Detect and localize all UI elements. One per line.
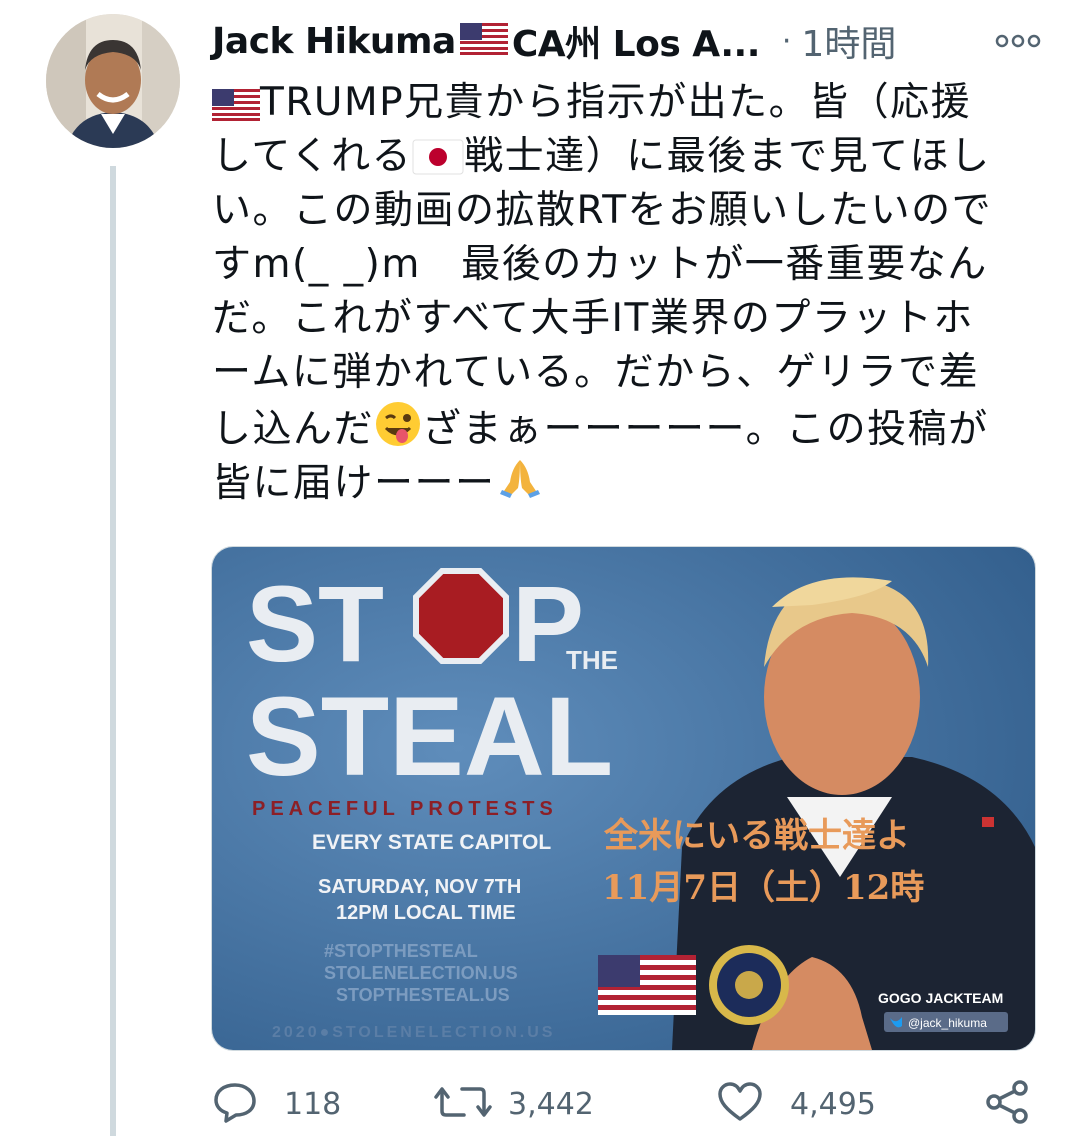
timestamp[interactable]: 1時間 bbox=[801, 15, 896, 67]
tweet-text-segment: 戦士達）に最後まで見てほし bbox=[464, 134, 991, 179]
retweet-icon bbox=[434, 1081, 492, 1127]
poster-url1-text: STOLENELECTION.US bbox=[324, 963, 518, 983]
tweet-header: Jack Hikuma CA州 Los A... · 1時間 bbox=[212, 14, 1042, 68]
like-button[interactable]: 4,495 bbox=[716, 1081, 984, 1127]
tweet-text-segment: し込んだ bbox=[212, 407, 375, 452]
tweet-text: TRUMP兄貴から指示が出た。皆（応援 してくれる 戦士達）に最後まで見てほし い… bbox=[212, 76, 1022, 508]
share-icon bbox=[984, 1079, 1030, 1129]
poster-steal-text: STEAL bbox=[246, 674, 613, 799]
like-count: 4,495 bbox=[790, 1086, 876, 1122]
tweet-line: だ。これがすべて大手IT業界のプラットホ bbox=[212, 292, 1022, 346]
author-location: CA州 Los A... bbox=[511, 24, 761, 65]
heart-icon bbox=[716, 1081, 764, 1127]
stop-sign-icon bbox=[413, 568, 509, 664]
us-flag-icon bbox=[459, 23, 508, 59]
poster-handle-text: @jack_hikuma bbox=[908, 1016, 987, 1030]
poster-time-text: 12PM LOCAL TIME bbox=[336, 902, 516, 924]
poster-stop-text: ST bbox=[246, 563, 384, 684]
avatar[interactable] bbox=[46, 14, 180, 148]
poster-the-text: THE bbox=[566, 645, 618, 675]
tweet-line: TRUMP兄貴から指示が出た。皆（応援 bbox=[212, 76, 1022, 130]
poster-every-state-text: EVERY STATE CAPITOL bbox=[312, 831, 551, 854]
poster-jp-line1: 全米にいる戦士達よ bbox=[603, 816, 910, 856]
more-horizontal-icon[interactable] bbox=[994, 26, 1042, 56]
reply-button[interactable]: 118 bbox=[212, 1081, 434, 1127]
tweet-text-segment: ームに弾かれている。だから、ゲリラで差 bbox=[212, 350, 980, 395]
tweet-line: い。この動画の拡散RTをお願いしたいので bbox=[212, 184, 1022, 238]
stop-the-steal-poster: ST P THE STEAL PEACEFUL PROTESTS EVERY S… bbox=[212, 547, 1035, 1050]
media-image[interactable]: ST P THE STEAL PEACEFUL PROTESTS EVERY S… bbox=[211, 546, 1036, 1051]
japan-flag-icon bbox=[412, 136, 464, 190]
reply-count: 118 bbox=[284, 1086, 342, 1122]
presidential-seal-icon bbox=[709, 945, 789, 1025]
tweet-line: すm(_ _)m 最後のカットが一番重要なん bbox=[212, 238, 1022, 292]
avatar-photo bbox=[46, 14, 180, 148]
poster-team-text: GOGO JACKTEAM bbox=[878, 990, 1003, 1006]
tweet-text-segment: TRUMP兄貴から指示が出た。皆（応援 bbox=[260, 80, 972, 125]
tweet-actions: 118 3,442 4,495 bbox=[212, 1074, 1042, 1134]
tweet-text-segment: い。この動画の拡散RTをお願いしたいので bbox=[212, 188, 993, 233]
poster-date-text: SATURDAY, NOV 7TH bbox=[318, 876, 521, 898]
retweet-count: 3,442 bbox=[508, 1086, 594, 1122]
tweet-line: ームに弾かれている。だから、ゲリラで差 bbox=[212, 346, 1022, 400]
poster-footer-url: 2020●STOLENELECTION.US bbox=[272, 1024, 555, 1041]
reply-icon bbox=[212, 1081, 258, 1127]
poster-jp-line2: 11月7日（土）12時 bbox=[602, 868, 924, 908]
folded-hands-icon bbox=[496, 454, 544, 517]
tweet-line: し込んだ ざまぁーーーーー。この投稿が bbox=[212, 400, 1022, 454]
tweet-text-segment: すm(_ _)m 最後のカットが一番重要なん bbox=[212, 242, 988, 287]
tweet-line: してくれる 戦士達）に最後まで見てほし bbox=[212, 130, 1022, 184]
tweet-line: 皆に届けーーー bbox=[212, 454, 1022, 508]
tweet-text-segment: 皆に届けーーー bbox=[212, 461, 496, 506]
share-button[interactable] bbox=[984, 1079, 1030, 1129]
tweet-text-segment: だ。これがすべて大手IT業界のプラットホ bbox=[212, 296, 974, 341]
poster-url2-text: STOPTHESTEAL.US bbox=[336, 985, 510, 1005]
thread-line bbox=[110, 166, 116, 1136]
author-name[interactable]: Jack Hikuma bbox=[212, 21, 456, 62]
poster-us-flag-icon bbox=[598, 955, 696, 1015]
tweet-text-segment: してくれる bbox=[212, 134, 413, 179]
tweet-text-segment: ざまぁーーーーー。この投稿が bbox=[422, 407, 989, 452]
retweet-button[interactable]: 3,442 bbox=[434, 1081, 716, 1127]
us-flag-icon bbox=[212, 82, 260, 136]
poster-hashtag-text: #STOPTHESTEAL bbox=[324, 941, 478, 961]
separator-dot: · bbox=[781, 23, 792, 59]
poster-peaceful-text: PEACEFUL PROTESTS bbox=[252, 798, 558, 820]
